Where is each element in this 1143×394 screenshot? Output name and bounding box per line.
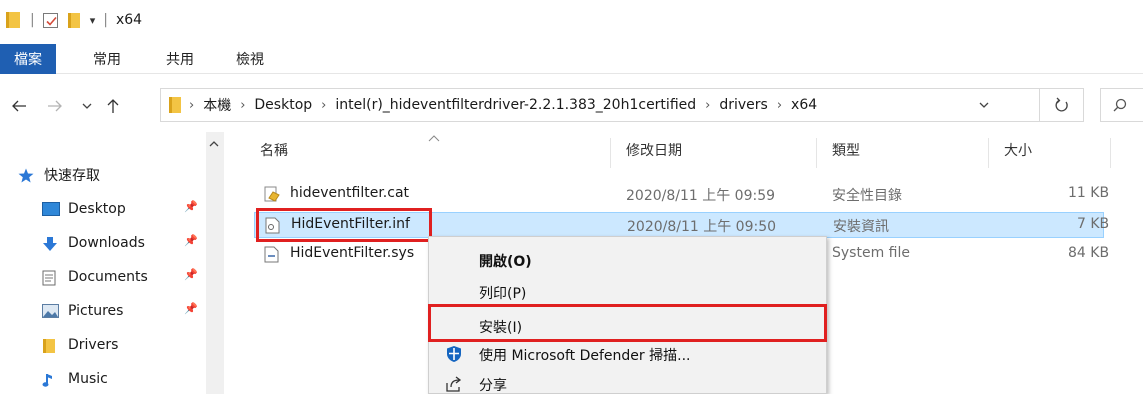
file-size: 7 KB	[1077, 216, 1110, 232]
up-arrow-icon[interactable]	[100, 91, 126, 121]
sidebar-item-label: 快速存取	[44, 168, 100, 184]
sidebar-item-label: Pictures	[68, 303, 124, 319]
sidebar-item-label: Desktop	[68, 201, 126, 217]
folder-icon	[42, 338, 60, 353]
column-header-date[interactable]: 修改日期	[626, 140, 682, 160]
file-name: hideventfilter.cat	[290, 185, 410, 201]
breadcrumb-separator[interactable]: ›	[777, 98, 782, 113]
desktop-icon	[42, 202, 60, 216]
folder-icon[interactable]	[6, 12, 20, 28]
back-arrow-icon[interactable]	[6, 91, 32, 121]
refresh-icon	[1054, 97, 1068, 112]
sidebar-item-music[interactable]: Music	[42, 366, 108, 392]
file-date: 2020/8/11 上午 09:59	[626, 188, 776, 204]
column-divider[interactable]	[610, 138, 611, 168]
sidebar-item-label: Documents	[68, 269, 148, 285]
defender-shield-icon	[445, 345, 463, 363]
sidebar-item-drivers[interactable]: Drivers	[42, 332, 118, 358]
title-bar: | ▾ | x64	[0, 0, 1143, 40]
tab-file[interactable]: 檔案	[0, 43, 56, 74]
share-icon	[445, 375, 463, 393]
star-icon	[18, 168, 36, 183]
music-icon	[42, 372, 60, 387]
file-type: System file	[832, 245, 910, 261]
sidebar-item-desktop[interactable]: Desktop	[42, 196, 126, 222]
sidebar-item-quick-access[interactable]: 快速存取	[18, 162, 100, 188]
recent-locations-chevron-icon[interactable]	[74, 91, 100, 121]
new-folder-icon[interactable]	[67, 12, 80, 28]
column-divider[interactable]	[1110, 138, 1111, 168]
highlight-box	[256, 208, 432, 242]
file-size: 84 KB	[1068, 245, 1110, 261]
sidebar-item-downloads[interactable]: Downloads	[42, 230, 145, 256]
folder-icon	[169, 97, 181, 113]
pin-icon[interactable]: 📌	[184, 234, 198, 247]
tab-home[interactable]: 常用	[78, 44, 136, 74]
sys-file-icon	[264, 246, 279, 263]
column-divider[interactable]	[816, 138, 817, 168]
breadcrumb-drivers[interactable]: drivers	[719, 97, 767, 113]
forward-arrow-icon[interactable]	[42, 91, 68, 121]
sidebar-item-label: Downloads	[68, 235, 145, 251]
sidebar-item-label: Drivers	[68, 337, 119, 353]
tab-view[interactable]: 檢視	[221, 44, 279, 74]
breadcrumb-x64[interactable]: x64	[791, 97, 817, 113]
properties-check-icon[interactable]	[42, 12, 58, 28]
breadcrumb-separator[interactable]: ›	[240, 98, 245, 113]
pin-icon[interactable]: 📌	[184, 302, 198, 315]
sidebar-item-documents[interactable]: Documents	[42, 264, 148, 290]
sidebar-item-pictures[interactable]: Pictures	[42, 298, 123, 324]
column-header-size[interactable]: 大小	[1004, 140, 1032, 160]
toolbar-divider: |	[103, 12, 108, 28]
address-bar[interactable]: › 本機 › Desktop › intel(r)_hideventfilter…	[160, 88, 1040, 122]
file-type: 安裝資訊	[833, 219, 889, 235]
ribbon-tabs: 檔案 常用 共用 檢視	[0, 43, 1143, 74]
address-dropdown-icon[interactable]	[979, 98, 989, 112]
sidebar-item-label: Music	[68, 371, 108, 387]
column-header-type[interactable]: 類型	[832, 140, 860, 160]
breadcrumb-separator[interactable]: ›	[705, 98, 710, 113]
file-date: 2020/8/11 上午 09:50	[627, 219, 777, 235]
file-name: HidEventFilter.sys	[290, 245, 415, 261]
breadcrumb-driver-package[interactable]: intel(r)_hideventfilterdriver-2.2.1.383_…	[335, 97, 696, 113]
menu-item-open[interactable]: 開啟(O)	[479, 251, 532, 271]
navigation-bar: › 本機 › Desktop › intel(r)_hideventfilter…	[0, 86, 1143, 126]
refresh-button[interactable]	[1040, 88, 1084, 122]
table-row[interactable]: hideventfilter.cat 2020/8/11 上午 09:59 安全…	[254, 182, 1109, 208]
pin-icon[interactable]: 📌	[184, 200, 198, 213]
toolbar-divider: |	[30, 12, 35, 28]
scroll-up-icon[interactable]	[209, 136, 219, 150]
pin-icon[interactable]: 📌	[184, 268, 198, 281]
documents-icon	[42, 270, 60, 286]
column-divider[interactable]	[988, 138, 989, 168]
download-icon	[42, 236, 60, 251]
breadcrumb-separator[interactable]: ›	[189, 98, 194, 113]
menu-item-share[interactable]: 分享	[479, 375, 507, 394]
quick-access-dropdown[interactable]: ▾	[90, 14, 96, 27]
file-type: 安全性目錄	[832, 188, 902, 204]
breadcrumb-separator[interactable]: ›	[321, 98, 326, 113]
search-icon	[1113, 98, 1127, 112]
menu-item-print[interactable]: 列印(P)	[479, 283, 526, 303]
navigation-pane: 快速存取 Desktop 📌 Downloads 📌 Documents 📌 P…	[0, 132, 230, 394]
menu-item-defender-scan[interactable]: 使用 Microsoft Defender 掃描...	[479, 345, 690, 365]
breadcrumb-desktop[interactable]: Desktop	[254, 97, 312, 113]
tab-share[interactable]: 共用	[151, 44, 209, 74]
catalog-file-icon	[264, 186, 280, 203]
highlight-box	[428, 304, 827, 342]
file-size: 11 KB	[1068, 185, 1110, 201]
breadcrumb-this-pc[interactable]: 本機	[203, 95, 231, 115]
sort-caret-icon	[428, 132, 440, 145]
column-header-name[interactable]: 名稱	[260, 140, 288, 160]
search-box[interactable]	[1100, 88, 1143, 122]
pictures-icon	[42, 304, 60, 318]
sidebar-scrollbar[interactable]	[206, 132, 224, 394]
window-title: x64	[115, 12, 143, 28]
